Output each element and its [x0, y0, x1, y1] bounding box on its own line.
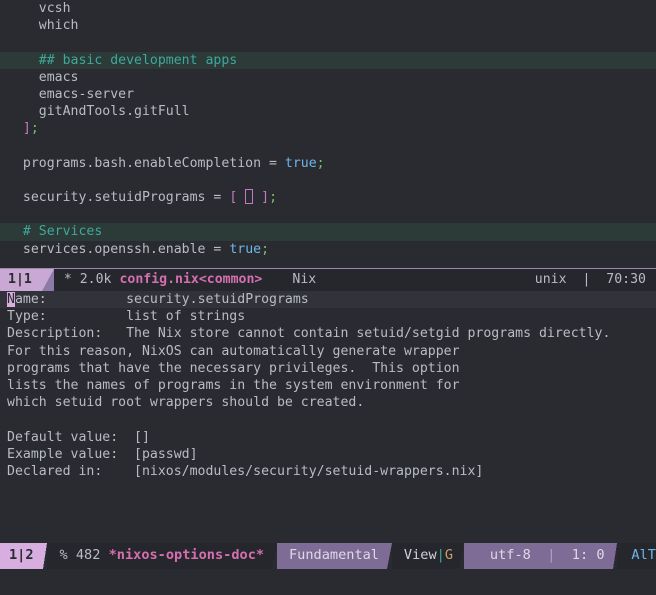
- code-token: vcsh: [7, 1, 71, 16]
- editor-line[interactable]: emacs-server: [0, 86, 656, 103]
- modeline-top-status-right: unix | 70:30: [535, 271, 656, 288]
- editor-line[interactable]: [0, 206, 656, 223]
- modeline-top-modified-indicator: *: [63, 272, 72, 288]
- doc-line[interactable]: programs that have the necessary privile…: [0, 360, 656, 377]
- editor-line[interactable]: vcsh: [0, 0, 656, 17]
- editor-line[interactable]: emacs: [0, 69, 656, 86]
- editor-line[interactable]: gitAndTools.gitFull: [0, 103, 656, 120]
- doc-line-text: Description: The Nix store cannot contai…: [7, 326, 611, 342]
- code-token: emacs: [7, 69, 79, 85]
- code-token: ]: [253, 190, 270, 206]
- doc-line[interactable]: [0, 411, 656, 428]
- doc-line[interactable]: Declared in: [nixos/modules/security/set…: [0, 463, 656, 480]
- doc-line[interactable]: Description: The Nix store cannot contai…: [0, 325, 656, 342]
- code-token: ;: [269, 190, 278, 206]
- code-token: security.setuidPrograms =: [7, 190, 230, 206]
- doc-line-text: Default value: []: [7, 429, 150, 445]
- modeline-bottom-buffer-segment[interactable]: % 482 *nixos-options-doc*: [47, 543, 273, 569]
- modeline-bottom-view-mode[interactable]: View: [404, 547, 437, 564]
- editor-line[interactable]: [0, 138, 656, 155]
- modeline-top-buffer-size: 2.0k: [79, 272, 112, 288]
- modeline-bottom-minor-modes[interactable]: View | G: [391, 543, 460, 569]
- doc-line-text: For this reason, NixOS can automatically…: [7, 343, 460, 359]
- doc-text-area[interactable]: Name: security.setuidPrograms Type: list …: [0, 291, 656, 480]
- modeline-top-window-position: 1|1: [0, 269, 42, 291]
- modeline-top-major-mode[interactable]: Nix: [282, 271, 316, 288]
- doc-line[interactable]: Example value: [passwd]: [0, 446, 656, 463]
- code-token: emacs-server: [7, 86, 135, 102]
- code-token: [: [229, 190, 246, 206]
- editor-cursor: [245, 189, 254, 205]
- code-token: gitAndTools.gitFull: [7, 104, 190, 120]
- code-token: ]: [22, 121, 31, 137]
- code-token: ## basic development apps: [7, 52, 238, 68]
- editor-line[interactable]: ];: [0, 120, 656, 137]
- doc-line[interactable]: Default value: []: [0, 429, 656, 446]
- modeline-top-buffer-name[interactable]: config.nix<common>: [119, 271, 262, 288]
- emacs-frame: vcsh which ## basic development apps ema…: [0, 0, 656, 595]
- code-token: ;: [261, 241, 270, 257]
- doc-line-text: lists the names of programs in the syste…: [7, 377, 460, 393]
- editor-line[interactable]: which: [0, 17, 656, 34]
- doc-line[interactable]: For this reason, NixOS can automatically…: [0, 343, 656, 360]
- editor-line[interactable]: security.setuidPrograms = [ ];: [0, 189, 656, 206]
- code-token: which: [7, 18, 79, 34]
- modeline-top-buffer-segment[interactable]: * 2.0k config.nix<common> Nix unix | 70:…: [53, 269, 656, 291]
- doc-line[interactable]: Type: list of strings: [0, 308, 656, 325]
- modeline-bottom-tail: AlT: [617, 543, 656, 569]
- modeline-bottom-minor-separator: |: [436, 547, 445, 564]
- code-token: ;: [316, 155, 325, 171]
- editor-line[interactable]: [0, 34, 656, 51]
- doc-line[interactable]: which setuid root wrappers should be cre…: [0, 394, 656, 411]
- modeline-bottom-major-mode[interactable]: Fundamental: [276, 543, 387, 569]
- code-token: programs.bash.enableCompletion =: [7, 155, 285, 171]
- modeline-bottom-window-position: 1|2: [0, 543, 43, 569]
- modeline-top-arrow-right: [270, 269, 283, 291]
- code-token: services.openssh.enable =: [7, 241, 230, 257]
- doc-line-text: Declared in: [nixos/modules/security/set…: [7, 463, 484, 479]
- modeline-top[interactable]: 1|1 * 2.0k config.nix<common> Nix unix |…: [0, 268, 656, 291]
- doc-line-text: Type: list of strings: [7, 309, 246, 325]
- code-token: ;: [30, 121, 39, 137]
- doc-line[interactable]: lists the names of programs in the syste…: [0, 377, 656, 394]
- doc-line-text: which setuid root wrappers should be cre…: [7, 395, 365, 411]
- editor-text-area[interactable]: vcsh which ## basic development apps ema…: [0, 0, 656, 258]
- modeline-bottom-tail-text: AlT: [631, 547, 656, 564]
- editor-line[interactable]: [0, 172, 656, 189]
- code-token: true: [284, 155, 317, 171]
- doc-line-text: ame: security.setuidPrograms: [14, 292, 309, 307]
- doc-cursor: N: [7, 292, 15, 307]
- modeline-top-separator: |: [582, 272, 591, 288]
- doc-window-nixos-options[interactable]: Name: security.setuidPrograms Type: list …: [0, 291, 656, 554]
- modeline-bottom-buffer-name[interactable]: *nixos-options-doc*: [109, 547, 265, 564]
- echo-area[interactable]: [0, 569, 656, 595]
- doc-line[interactable]: Name: security.setuidPrograms: [0, 291, 656, 309]
- modeline-top-coding: unix: [534, 272, 567, 288]
- editor-window-config-nix[interactable]: vcsh which ## basic development apps ema…: [0, 0, 656, 268]
- modeline-bottom-god-mode[interactable]: G: [445, 547, 453, 564]
- code-token: true: [229, 241, 262, 257]
- modeline-top-arrow-left: [41, 269, 54, 291]
- modeline-top-point: 70:30: [606, 272, 646, 288]
- editor-line[interactable]: # Services: [0, 223, 656, 241]
- code-token: # Services: [7, 224, 103, 240]
- modeline-bottom[interactable]: 1|2 % 482 *nixos-options-doc* Fundamenta…: [0, 543, 656, 569]
- modeline-bottom-coding-segment[interactable]: utf-8 | 1: 0: [463, 543, 613, 569]
- modeline-bottom-coding: utf-8: [489, 547, 531, 564]
- editor-line[interactable]: programs.bash.enableCompletion = true;: [0, 155, 656, 172]
- modeline-bottom-buffer-size: 482: [75, 547, 101, 564]
- modeline-bottom-point: 1: 0: [571, 547, 605, 564]
- modeline-bottom-percent: %: [59, 547, 68, 564]
- doc-line-text: Example value: [passwd]: [7, 446, 198, 462]
- modeline-bottom-coding-separator: |: [547, 547, 556, 564]
- doc-line-text: programs that have the necessary privile…: [7, 360, 460, 376]
- editor-line[interactable]: services.openssh.enable = true;: [0, 241, 656, 258]
- editor-line[interactable]: ## basic development apps: [0, 51, 656, 69]
